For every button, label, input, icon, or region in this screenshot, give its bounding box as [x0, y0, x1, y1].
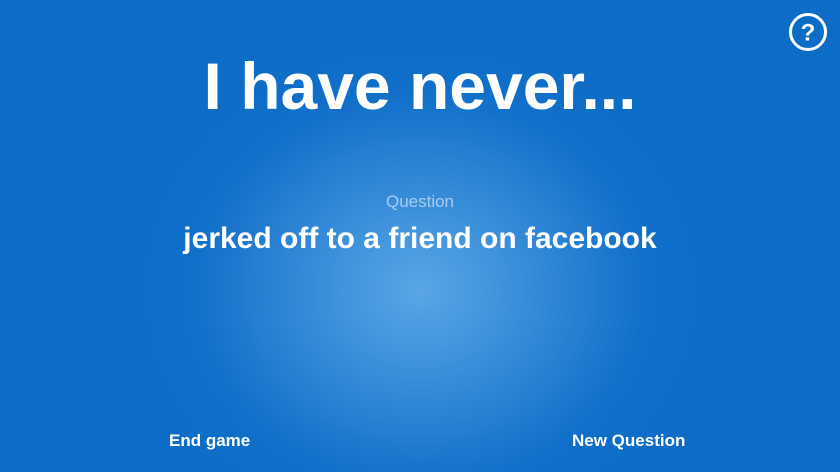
svg-text:?: ? — [801, 20, 816, 47]
new-question-button[interactable]: New Question — [572, 428, 685, 454]
question-circle-icon: ? — [789, 13, 827, 51]
question-text: jerked off to a friend on facebook — [183, 222, 657, 255]
question-label: Question — [385, 192, 455, 211]
page-title: I have never... — [203, 49, 637, 123]
end-game-button[interactable]: End game — [169, 428, 250, 454]
help-button[interactable]: ? — [788, 12, 828, 52]
